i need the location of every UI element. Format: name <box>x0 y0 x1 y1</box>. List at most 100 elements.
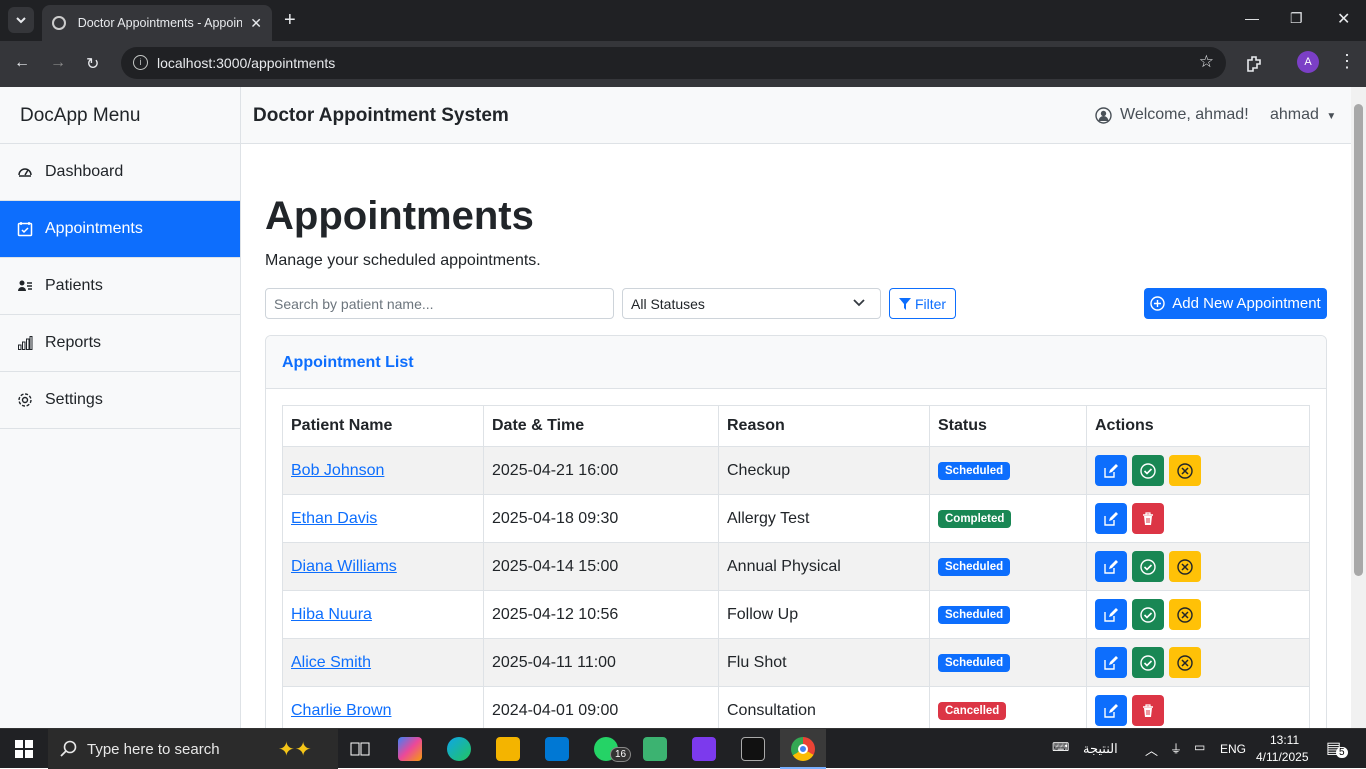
task-view-icon[interactable] <box>350 740 370 758</box>
taskbar-search[interactable]: Type here to search ✦✦ <box>48 729 338 769</box>
browser-tab-active[interactable]: Doctor Appointments - Appointments ✕ <box>42 5 272 41</box>
status-select[interactable]: All Statuses <box>622 288 881 319</box>
cancel-button[interactable] <box>1169 455 1201 486</box>
windows-start-icon[interactable] <box>15 740 33 758</box>
edge-browser-icon[interactable] <box>447 737 471 761</box>
col-header-reason: Reason <box>718 405 930 447</box>
battery-icon[interactable]: ▭ <box>1194 740 1205 754</box>
tab-search-button[interactable] <box>8 7 34 33</box>
chrome-taskbar-active[interactable] <box>780 729 826 769</box>
complete-button[interactable] <box>1132 551 1164 582</box>
patient-link[interactable]: Diana Williams <box>291 558 397 575</box>
close-window-icon[interactable]: ✕ <box>1337 9 1350 29</box>
cell-status: Scheduled <box>929 590 1087 639</box>
sidebar-item-settings[interactable]: Settings <box>0 372 240 429</box>
minimize-icon[interactable]: — <box>1245 10 1259 26</box>
keyboard-layout-icon[interactable]: ⌨ <box>1052 740 1069 754</box>
cancel-button[interactable] <box>1169 551 1201 582</box>
new-tab-icon[interactable]: + <box>284 9 296 32</box>
search-input[interactable] <box>265 288 614 319</box>
forward-icon[interactable]: → <box>50 54 66 72</box>
edit-icon <box>1104 511 1118 526</box>
vscode-icon[interactable] <box>545 737 569 761</box>
col-header-patient: Patient Name <box>282 405 484 447</box>
patient-link[interactable]: Alice Smith <box>291 654 371 671</box>
url-text: localhost:3000/appointments <box>157 55 336 71</box>
visual-studio-icon[interactable] <box>692 737 716 761</box>
complete-button[interactable] <box>1132 599 1164 630</box>
user-name: ahmad <box>1270 106 1319 123</box>
windows-taskbar: Type here to search ✦✦ 16 ⌨ النتيجة ︿ ⏚ … <box>0 728 1366 769</box>
col-header-actions: Actions <box>1086 405 1310 447</box>
browser-menu-icon[interactable]: ⋮ <box>1338 51 1356 72</box>
complete-button[interactable] <box>1132 647 1164 678</box>
delete-button[interactable] <box>1132 503 1164 534</box>
bookmark-star-icon[interactable]: ☆ <box>1199 52 1214 72</box>
check-circle-icon <box>1140 558 1156 575</box>
edit-button[interactable] <box>1095 455 1127 486</box>
sidebar-item-reports[interactable]: Reports <box>0 315 240 372</box>
filter-button[interactable]: Filter <box>889 288 956 319</box>
sidebar-item-dashboard[interactable]: Dashboard <box>0 144 240 201</box>
cell-datetime: 2025-04-11 11:00 <box>483 638 719 687</box>
site-info-icon[interactable]: i <box>133 55 148 70</box>
cell-status: Completed <box>929 494 1087 543</box>
gear-icon <box>16 391 34 409</box>
network-icon[interactable]: ⏚ <box>1170 740 1182 757</box>
edit-button[interactable] <box>1095 551 1127 582</box>
status-badge: Cancelled <box>938 702 1007 720</box>
filter-button-label: Filter <box>914 295 947 312</box>
chrome-icon <box>791 737 815 761</box>
cell-actions <box>1086 494 1310 543</box>
patient-link[interactable]: Bob Johnson <box>291 462 384 479</box>
patient-link[interactable]: Hiba Nuura <box>291 606 372 623</box>
cancel-button[interactable] <box>1169 647 1201 678</box>
reload-icon[interactable]: ↻ <box>86 54 99 74</box>
chevron-down-icon <box>16 17 26 24</box>
cell-datetime: 2025-04-12 10:56 <box>483 590 719 639</box>
profile-avatar[interactable]: A <box>1297 51 1319 73</box>
edit-button[interactable] <box>1095 503 1127 534</box>
user-dropdown[interactable]: ahmad ▼ <box>1270 106 1336 124</box>
patient-link[interactable]: Charlie Brown <box>291 702 391 719</box>
copilot-app-icon[interactable] <box>398 737 422 761</box>
page-subtitle: Manage your scheduled appointments. <box>265 252 541 269</box>
scrollbar-thumb[interactable] <box>1354 104 1363 576</box>
restore-icon[interactable]: ❐ <box>1290 10 1303 27</box>
cell-status: Scheduled <box>929 638 1087 687</box>
table-row: Ethan Davis 2025-04-18 09:30 Allergy Test C… <box>282 494 1310 543</box>
funnel-icon <box>898 297 911 310</box>
edit-button[interactable] <box>1095 647 1127 678</box>
cell-datetime: 2025-04-14 15:00 <box>483 542 719 591</box>
edit-button[interactable] <box>1095 599 1127 630</box>
terminal-icon[interactable] <box>741 737 765 761</box>
x-circle-icon <box>1177 462 1193 479</box>
table-header-row: Patient Name Date & Time Reason Status A… <box>282 405 1310 447</box>
edit-button[interactable] <box>1095 695 1127 726</box>
tray-chevron-up-icon[interactable]: ︿ <box>1145 740 1158 759</box>
close-tab-icon[interactable]: ✕ <box>250 15 262 32</box>
delete-button[interactable] <box>1132 695 1164 726</box>
cell-datetime: 2025-04-18 09:30 <box>483 494 719 543</box>
clock-time[interactable]: 13:11 <box>1270 733 1299 747</box>
cancel-button[interactable] <box>1169 599 1201 630</box>
cell-patient: Alice Smith <box>282 638 484 687</box>
complete-button[interactable] <box>1132 455 1164 486</box>
sidebar-item-appointments[interactable]: Appointments <box>0 201 240 258</box>
back-icon[interactable]: ← <box>14 54 30 72</box>
patient-link[interactable]: Ethan Davis <box>291 510 377 527</box>
clock-date[interactable]: 4/11/2025 <box>1256 750 1309 764</box>
address-bar[interactable]: i localhost:3000/appointments ☆ <box>121 47 1226 79</box>
cell-status: Scheduled <box>929 446 1087 495</box>
sidebar-item-patients[interactable]: Patients <box>0 258 240 315</box>
cell-reason: Follow Up <box>718 590 930 639</box>
file-explorer-icon[interactable] <box>496 737 520 761</box>
status-badge: Scheduled <box>938 654 1011 672</box>
input-language[interactable]: ENG <box>1220 742 1246 756</box>
app-title: Doctor Appointment System <box>253 105 509 126</box>
gallery-app-icon[interactable] <box>643 737 667 761</box>
extensions-icon[interactable] <box>1245 54 1263 72</box>
cell-reason: Flu Shot <box>718 638 930 687</box>
copilot-sparkle-icon: ✦✦ <box>278 739 312 761</box>
add-appointment-button[interactable]: Add New Appointment <box>1144 288 1327 319</box>
